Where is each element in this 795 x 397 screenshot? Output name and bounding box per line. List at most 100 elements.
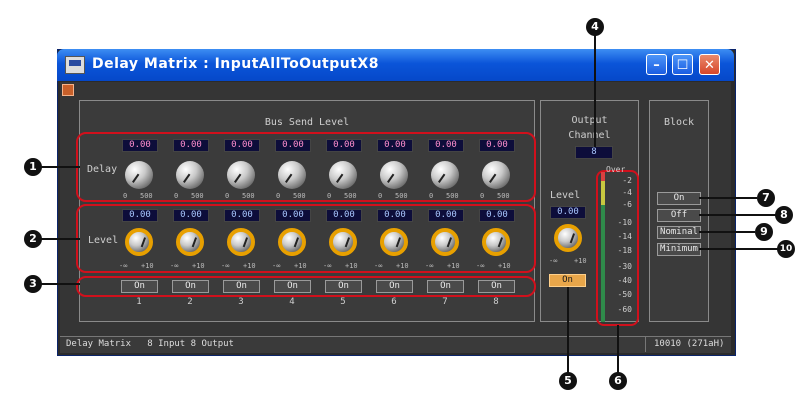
- delay-min-6: 0: [378, 192, 383, 200]
- level-min-6: -∞: [374, 262, 383, 270]
- on-button-4[interactable]: On: [274, 280, 311, 293]
- channel-number-4: 4: [289, 297, 295, 307]
- callout-3: 3: [24, 275, 42, 293]
- callout-4: 4: [586, 18, 604, 36]
- block-off-button[interactable]: Off: [657, 209, 701, 222]
- meter-scale-label: -2: [622, 176, 632, 185]
- meter-scale-label: -50: [617, 290, 632, 299]
- delay-min-3: 0: [225, 192, 230, 200]
- callout-line-9: [699, 231, 755, 233]
- output-level-value[interactable]: 0.00: [550, 206, 586, 219]
- callout-1: 1: [24, 158, 42, 176]
- delay-value-2[interactable]: 0.00: [173, 139, 209, 152]
- delay-value-5[interactable]: 0.00: [326, 139, 362, 152]
- delay-knob-8[interactable]: [482, 161, 510, 189]
- output-on-button[interactable]: On: [549, 274, 586, 287]
- level-knob-5[interactable]: [329, 228, 357, 256]
- meter-scale-label: -14: [617, 232, 632, 241]
- level-min-5: -∞: [323, 262, 332, 270]
- callout-2: 2: [24, 230, 42, 248]
- delay-max-3: 500: [242, 192, 255, 200]
- callout-7: 7: [757, 189, 775, 207]
- callout-line-4: [594, 35, 596, 147]
- delay-value-4[interactable]: 0.00: [275, 139, 311, 152]
- app-icon[interactable]: [65, 56, 85, 74]
- channel-value[interactable]: 8: [575, 146, 613, 159]
- output-level-min: -∞: [549, 257, 558, 265]
- meter-scale-label: -10: [617, 218, 632, 227]
- level-value-1[interactable]: 0.00: [122, 209, 158, 222]
- level-max-4: +10: [294, 262, 307, 270]
- level-knob-4[interactable]: [278, 228, 306, 256]
- level-min-7: -∞: [425, 262, 434, 270]
- level-value-2[interactable]: 0.00: [173, 209, 209, 222]
- delay-min-7: 0: [429, 192, 434, 200]
- block-nominal-button[interactable]: Nominal: [657, 226, 701, 239]
- maximize-icon[interactable]: ☐: [672, 54, 693, 75]
- level-max-5: +10: [345, 262, 358, 270]
- level-knob-3[interactable]: [227, 228, 255, 256]
- output-level-max: +10: [574, 257, 587, 265]
- recall-icon[interactable]: [62, 84, 74, 96]
- delay-max-4: 500: [293, 192, 306, 200]
- level-knob-2[interactable]: [176, 228, 204, 256]
- delay-value-1[interactable]: 0.00: [122, 139, 158, 152]
- delay-min-5: 0: [327, 192, 332, 200]
- delay-max-5: 500: [344, 192, 357, 200]
- on-button-6[interactable]: On: [376, 280, 413, 293]
- delay-value-8[interactable]: 0.00: [479, 139, 515, 152]
- level-min-2: -∞: [170, 262, 179, 270]
- close-icon[interactable]: ✕: [699, 54, 720, 75]
- block-title: Block: [663, 117, 695, 128]
- level-value-8[interactable]: 0.00: [479, 209, 515, 222]
- on-button-8[interactable]: On: [478, 280, 515, 293]
- level-value-7[interactable]: 0.00: [428, 209, 464, 222]
- level-value-4[interactable]: 0.00: [275, 209, 311, 222]
- delay-value-6[interactable]: 0.00: [377, 139, 413, 152]
- meter-scale-label: -18: [617, 246, 632, 255]
- on-button-7[interactable]: On: [427, 280, 464, 293]
- callout-line-3: [40, 283, 80, 285]
- channel-number-3: 3: [238, 297, 244, 307]
- level-knob-6[interactable]: [380, 228, 408, 256]
- delay-knob-3[interactable]: [227, 161, 255, 189]
- delay-knob-1[interactable]: [125, 161, 153, 189]
- delay-max-7: 500: [446, 192, 459, 200]
- delay-value-3[interactable]: 0.00: [224, 139, 260, 152]
- level-knob-7[interactable]: [431, 228, 459, 256]
- level-max-2: +10: [192, 262, 205, 270]
- delay-min-2: 0: [174, 192, 179, 200]
- status-divider: [645, 336, 646, 352]
- delay-knob-2[interactable]: [176, 161, 204, 189]
- on-button-2[interactable]: On: [172, 280, 209, 293]
- meter-scale-label: -40: [617, 276, 632, 285]
- on-button-3[interactable]: On: [223, 280, 260, 293]
- channel-number-1: 1: [136, 297, 142, 307]
- delay-max-6: 500: [395, 192, 408, 200]
- block-on-button[interactable]: On: [657, 192, 701, 205]
- channel-number-8: 8: [493, 297, 499, 307]
- block-minimum-button[interactable]: Minimum: [657, 243, 701, 256]
- callout-line-8: [699, 214, 776, 216]
- minimize-icon[interactable]: –: [646, 54, 667, 75]
- output-title: Output: [571, 115, 608, 126]
- delay-min-1: 0: [123, 192, 128, 200]
- callout-5: 5: [559, 372, 577, 390]
- level-value-5[interactable]: 0.00: [326, 209, 362, 222]
- level-min-1: -∞: [119, 262, 128, 270]
- meter-scale-label: -60: [617, 305, 632, 314]
- delay-knob-7[interactable]: [431, 161, 459, 189]
- delay-knob-6[interactable]: [380, 161, 408, 189]
- on-button-1[interactable]: On: [121, 280, 158, 293]
- callout-6: 6: [609, 372, 627, 390]
- delay-value-7[interactable]: 0.00: [428, 139, 464, 152]
- output-level-knob[interactable]: [554, 224, 582, 252]
- on-button-5[interactable]: On: [325, 280, 362, 293]
- meter-scale-label: -6: [622, 200, 632, 209]
- level-knob-1[interactable]: [125, 228, 153, 256]
- delay-knob-4[interactable]: [278, 161, 306, 189]
- level-value-6[interactable]: 0.00: [377, 209, 413, 222]
- delay-knob-5[interactable]: [329, 161, 357, 189]
- level-value-3[interactable]: 0.00: [224, 209, 260, 222]
- level-knob-8[interactable]: [482, 228, 510, 256]
